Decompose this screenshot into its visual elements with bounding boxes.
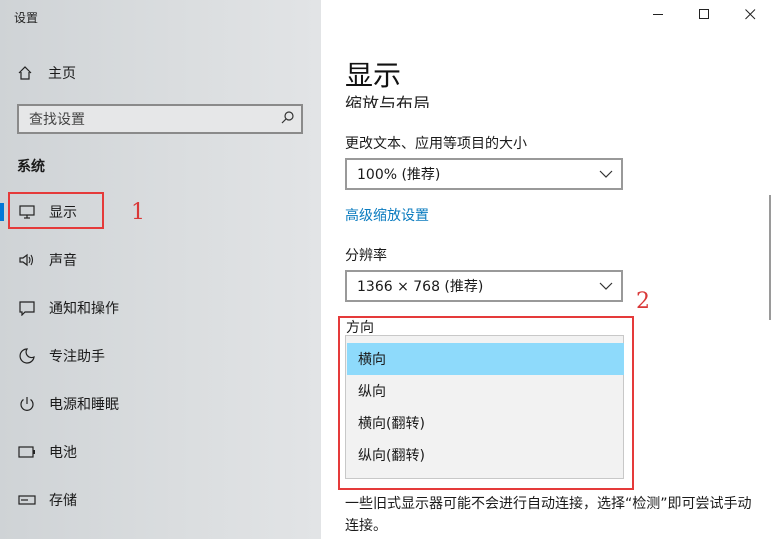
page-title: 显示 (345, 59, 402, 92)
speaker-icon (18, 251, 36, 269)
battery-icon (18, 443, 36, 461)
annotation-number-1: 1 (131, 200, 145, 225)
scale-label: 更改文本、应用等项目的大小 (345, 136, 527, 152)
section-title: 系统 (17, 159, 45, 175)
resolution-value: 1366 × 768 (推荐) (357, 279, 484, 295)
detect-note: 一些旧式显示器可能不会进行自动连接，选择“检测”即可尝试手动连接。 (345, 496, 752, 534)
orientation-option-portrait[interactable]: 纵向 (347, 375, 624, 407)
scale-dropdown[interactable]: 100% (推荐) (345, 158, 623, 190)
maximize-button[interactable] (681, 0, 727, 32)
search-placeholder: 查找设置 (29, 112, 85, 128)
home-label: 主页 (48, 66, 76, 82)
home-nav-item[interactable]: 主页 (16, 62, 76, 84)
sidebar-item-notifications[interactable]: 通知和操作 (0, 291, 321, 325)
close-icon (744, 8, 756, 24)
storage-icon (18, 491, 36, 509)
moon-icon (18, 347, 36, 365)
orientation-option-landscape-flipped[interactable]: 横向(翻转) (347, 407, 624, 439)
sidebar-item-label: 通知和操作 (49, 301, 119, 317)
maximize-icon (698, 8, 710, 24)
app-title: 设置 (14, 11, 39, 25)
sidebar-item-storage[interactable]: 存储 (0, 483, 321, 517)
orientation-option-portrait-flipped[interactable]: 纵向(翻转) (347, 439, 624, 471)
orientation-label: 方向 (346, 320, 374, 336)
sidebar-item-label: 声音 (49, 253, 77, 269)
orientation-dropdown-list: 横向 纵向 横向(翻转) 纵向(翻转) (345, 335, 624, 479)
power-icon (18, 395, 36, 413)
search-icon[interactable] (281, 110, 295, 128)
scrollbar[interactable] (769, 195, 771, 320)
sidebar-item-battery[interactable]: 电池 (0, 435, 321, 469)
sidebar-item-power-sleep[interactable]: 电源和睡眠 (0, 387, 321, 421)
resolution-label: 分辨率 (345, 248, 387, 264)
sidebar-item-label: 电源和睡眠 (49, 397, 119, 413)
window-controls (635, 0, 773, 32)
content-pane: 显示 缩放与布局 更改文本、应用等项目的大小 100% (推荐) 高级缩放设置 … (321, 0, 773, 539)
sidebar: 设置 主页 查找设置 系统 显示 声音 通知和操作 专注助手 电源和睡眠 电池 … (0, 0, 321, 539)
close-button[interactable] (727, 0, 773, 32)
chevron-down-icon (599, 166, 613, 182)
section-heading-scale-layout: 缩放与布局 (345, 95, 430, 108)
sidebar-item-label: 电池 (49, 445, 77, 461)
sidebar-item-focus-assist[interactable]: 专注助手 (0, 339, 321, 373)
orientation-option-landscape[interactable]: 横向 (347, 343, 624, 375)
sidebar-item-label: 专注助手 (49, 349, 105, 365)
resolution-dropdown[interactable]: 1366 × 768 (推荐) (345, 270, 623, 302)
scale-value: 100% (推荐) (357, 167, 441, 183)
annotation-box-1 (8, 192, 104, 229)
chevron-down-icon (599, 278, 613, 294)
sidebar-item-sound[interactable]: 声音 (0, 243, 321, 277)
home-icon (16, 64, 34, 82)
advanced-scaling-link[interactable]: 高级缩放设置 (345, 205, 429, 225)
sidebar-item-label: 存储 (49, 493, 77, 509)
search-input[interactable]: 查找设置 (17, 104, 303, 134)
annotation-number-2: 2 (636, 289, 650, 314)
notification-icon (18, 299, 36, 317)
active-indicator (0, 203, 4, 221)
minimize-icon (652, 8, 664, 24)
minimize-button[interactable] (635, 0, 681, 32)
